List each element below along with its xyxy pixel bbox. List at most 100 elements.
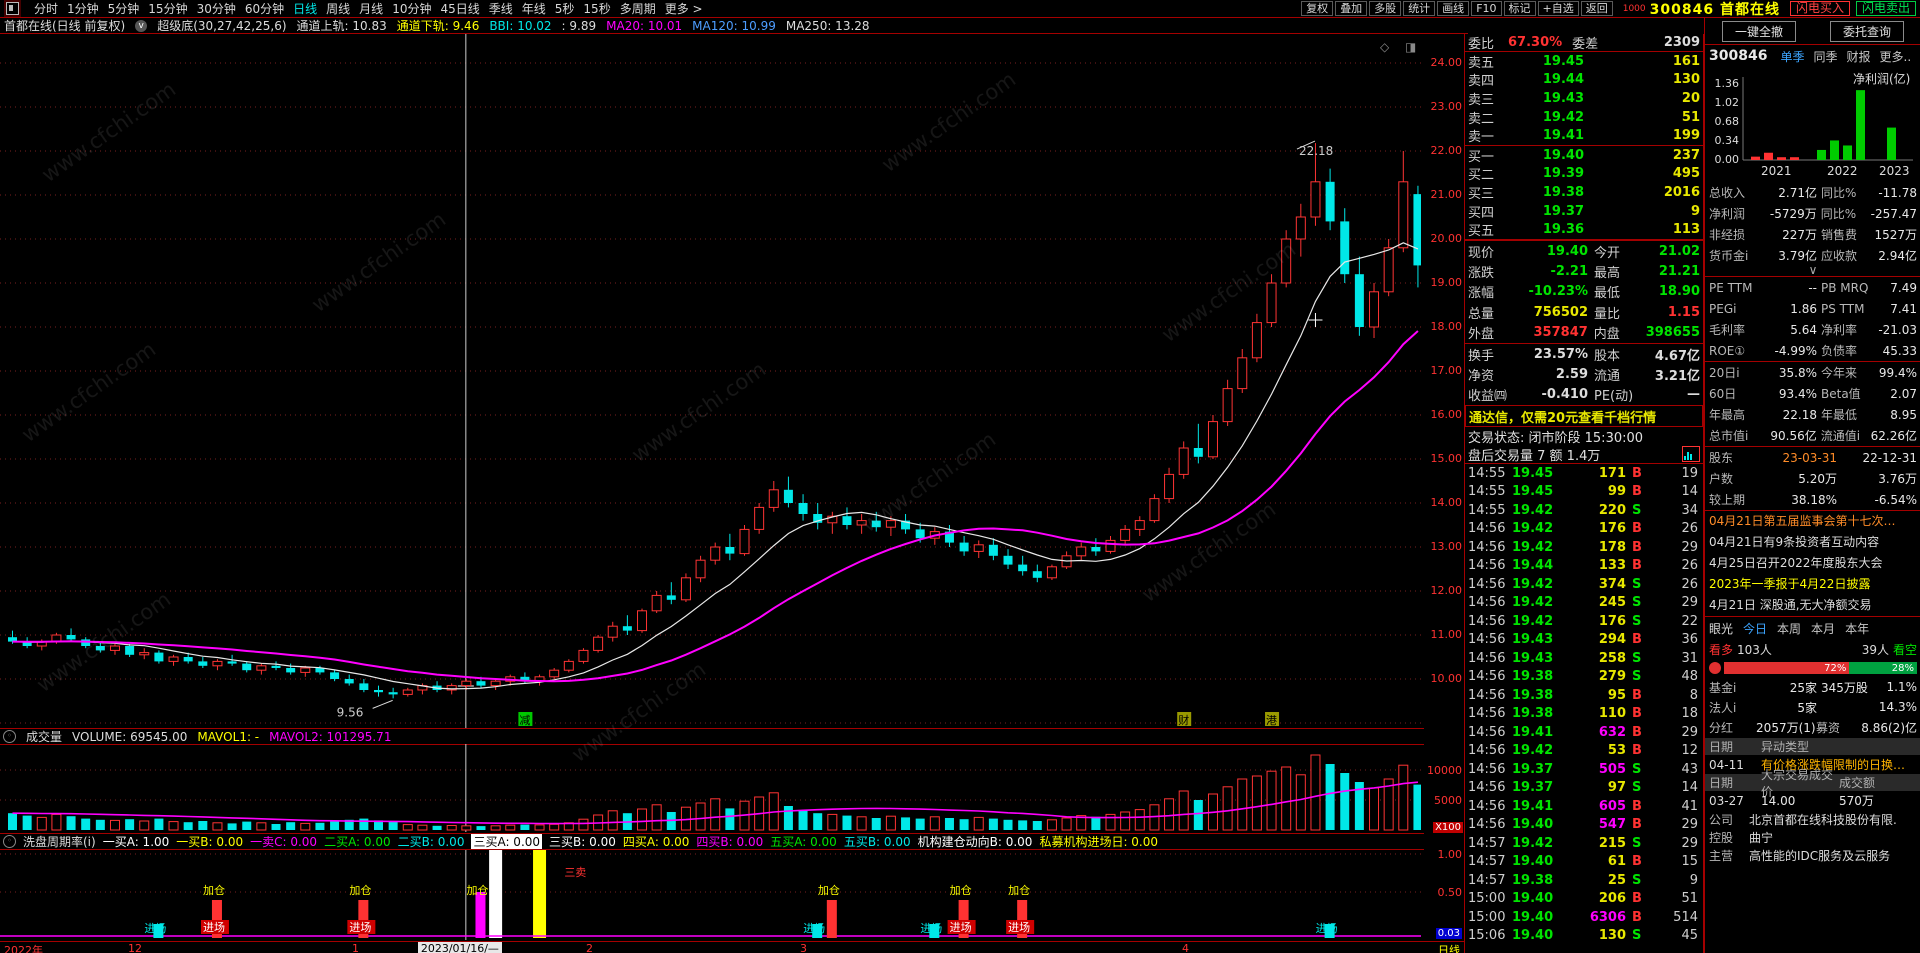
news-list[interactable]: 04月21日第五届监事会第十七次… 04月21日有9条投资者互动内容 4月25日召开… (1705, 511, 1920, 616)
cancel-all-button[interactable]: 一键全撤 (1721, 20, 1796, 42)
tick-flag: B (1632, 484, 1642, 500)
tick-volume: 547 (1598, 817, 1626, 833)
dividend-row: 分红 2057万(1) 募资 8.86(2)亿 (1705, 717, 1920, 738)
volume-chart[interactable] (0, 744, 1423, 832)
menu-item-分时[interactable]: 分时 (34, 0, 58, 17)
menu-item-10分钟[interactable]: 10分钟 (392, 0, 431, 17)
window-icon[interactable] (6, 2, 19, 15)
menu-item-1分钟[interactable]: 1分钟 (67, 0, 99, 17)
gauge-icon (1709, 662, 1721, 674)
tick-flag: S (1632, 835, 1642, 851)
menu-item-15分钟[interactable]: 15分钟 (148, 0, 187, 17)
buy-row: 买三 19.38 2016 (1465, 183, 1703, 202)
tick-price: 19.42 (1512, 539, 1554, 555)
svg-text:进场: 进场 (203, 920, 225, 934)
menu-item-月线[interactable]: 月线 (359, 0, 383, 17)
news-item[interactable]: 4月25日召开2022年度股东大会 (1705, 553, 1920, 574)
tool-button-标记[interactable]: 标记 (1503, 1, 1536, 16)
info-label: 涨跌 (1468, 266, 1495, 282)
book-volume: 237 (1672, 147, 1700, 163)
f10-tab-单季[interactable]: 单季 (1780, 48, 1804, 65)
news-item[interactable]: 04月21日第五届监事会第十七次… (1705, 511, 1920, 532)
eye-tab-本周[interactable]: 本周 (1777, 620, 1801, 637)
price-tick-11: 11.00 (1430, 628, 1463, 641)
top-menu-bar: 分时 1分钟 5分钟 15分钟 30分钟 60分钟 日线 周线 月线 10分钟 45日线 季线 年线 5秒… (0, 0, 1920, 18)
menu-item-30分钟[interactable]: 30分钟 (197, 0, 236, 17)
company-value: 曲宁 (1749, 830, 1774, 845)
indicator-param-11: 机构建仓动向B: 0.00 (917, 835, 1033, 849)
f10-tab-财报[interactable]: 财报 (1846, 48, 1870, 65)
order-query-button[interactable]: 委托查询 (1829, 20, 1904, 42)
menu-item-多周期[interactable]: 多周期 (620, 0, 656, 17)
tick-flag: S (1632, 872, 1642, 888)
expand-arrow-icon[interactable]: ∨ (1705, 264, 1920, 276)
info-label: 最高 (1594, 266, 1621, 282)
collapse-icon[interactable]: ◦ (3, 835, 16, 848)
tool-button-画线[interactable]: 画线 (1437, 1, 1470, 16)
sell-row: 卖一 19.41 199 (1465, 126, 1703, 145)
tick-count: 14 (1681, 780, 1698, 796)
tick-volume: 6306 (1589, 909, 1626, 925)
bear-label: 看空 (1892, 642, 1917, 657)
indicator-param-6: 三买B: 0.00 (549, 835, 616, 849)
tick-count: 41 (1681, 798, 1698, 814)
f10-value: 23-03-31 (1782, 450, 1837, 465)
price-tick-19: 19.00 (1430, 276, 1463, 289)
tick-flag: B (1632, 891, 1642, 907)
stock-title: 300846 首都在线 (1649, 1, 1780, 18)
price-axis-column: 24.00 23.00 22.00 21.00 20.00 19.00 18.00 17.00… (1421, 34, 1465, 953)
info-value: 1.15 (1667, 304, 1700, 320)
tool-button-返回[interactable]: 返回 (1580, 1, 1613, 16)
news-item[interactable]: 04月21日有9条投资者互动内容 (1705, 532, 1920, 553)
f10-panel: 一键全撤 委托查询 300846 单季 同季 财报 更多.. 净利润(亿) 1.36 1.… (1704, 18, 1920, 953)
f10-tab-更多..[interactable]: 更多.. (1880, 48, 1912, 65)
tool-button-多股[interactable]: 多股 (1369, 1, 1402, 16)
book-label: 买五 (1468, 224, 1495, 240)
price-tick-24: 24.00 (1430, 56, 1463, 69)
eye-tab-今日[interactable]: 今日 (1743, 620, 1767, 637)
indicator-value-6: MA20: 10.01 (606, 18, 683, 33)
news-item[interactable]: 4月21日 深股通,无大净额交易 (1705, 595, 1920, 616)
f10-label: 年最低 (1821, 408, 1858, 422)
news-item[interactable]: 2023年一季报于4月22日披露 (1705, 574, 1920, 595)
mini-chart-icon[interactable] (1682, 446, 1700, 463)
collapse-icon[interactable]: ◦ (3, 730, 16, 743)
eye-tab-本月[interactable]: 本月 (1811, 620, 1835, 637)
ad-banner[interactable]: 通达信，仅需20元查看千档行情 (1465, 405, 1703, 428)
book-volume: 495 (1672, 166, 1700, 182)
tool-button-叠加[interactable]: 叠加 (1335, 1, 1368, 16)
flash-buy-button[interactable]: 闪电买入 (1789, 1, 1850, 16)
chevron-down-icon[interactable]: v (135, 19, 148, 32)
eye-tab-本年[interactable]: 本年 (1845, 620, 1869, 637)
time-and-sales-list[interactable]: 14:55 19.45 171 B 19 14:55 19.45 99 B 14 14:55 19.4… (1465, 463, 1703, 946)
sell-book: 卖五 19.45 161 卖四 19.44 130 卖三 19.43 20 卖二 19.42 51 卖一… (1465, 52, 1703, 145)
bear-count: 39人 (1861, 642, 1889, 657)
tool-button-复权[interactable]: 复权 (1301, 1, 1334, 16)
indicator-tick-1.00: 1.00 (1437, 848, 1463, 861)
company-label: 控股 (1709, 830, 1734, 845)
tool-button-统计[interactable]: 统计 (1403, 1, 1436, 16)
menu-item-年线[interactable]: 年线 (522, 0, 546, 17)
f10-label: 股东 (1709, 451, 1734, 465)
tool-button-F10[interactable]: F10 (1471, 1, 1502, 16)
menu-item-45日线[interactable]: 45日线 (440, 0, 479, 17)
f10-tab-同季[interactable]: 同季 (1813, 48, 1837, 65)
indicator-chart[interactable]: 加仓 加仓 加仓 加仓 加仓 加仓 进场 进场 进场 进场 进场 进场 进场 进场 三卖 (0, 850, 1421, 940)
menu-item-60分钟[interactable]: 60分钟 (245, 0, 284, 17)
menu-item-更多 >[interactable]: 更多 > (665, 0, 703, 17)
menu-item-5秒[interactable]: 5秒 (555, 0, 575, 17)
menu-item-日线[interactable]: 日线 (293, 0, 317, 17)
menu-item-季线[interactable]: 季线 (489, 0, 513, 17)
tick-count: 15 (1681, 854, 1698, 870)
price-tick-14: 14.00 (1430, 496, 1463, 509)
flash-sell-button[interactable]: 闪电卖出 (1855, 1, 1916, 16)
main-candlestick-chart[interactable]: 22.18 9.56 减 财 港 (0, 34, 1423, 728)
menu-item-15秒[interactable]: 15秒 (583, 0, 610, 17)
tool-button-+自选[interactable]: +自选 (1537, 1, 1579, 16)
tick-flag: B (1632, 909, 1642, 925)
cursor-date-box: 2023/01/16/— (417, 942, 502, 953)
menu-item-5分钟[interactable]: 5分钟 (108, 0, 140, 17)
menu-item-周线[interactable]: 周线 (326, 0, 350, 17)
f10-data-row: 总收入 2.71亿 同比% -11.78 (1705, 182, 1920, 203)
info-label: 今开 (1594, 245, 1621, 261)
